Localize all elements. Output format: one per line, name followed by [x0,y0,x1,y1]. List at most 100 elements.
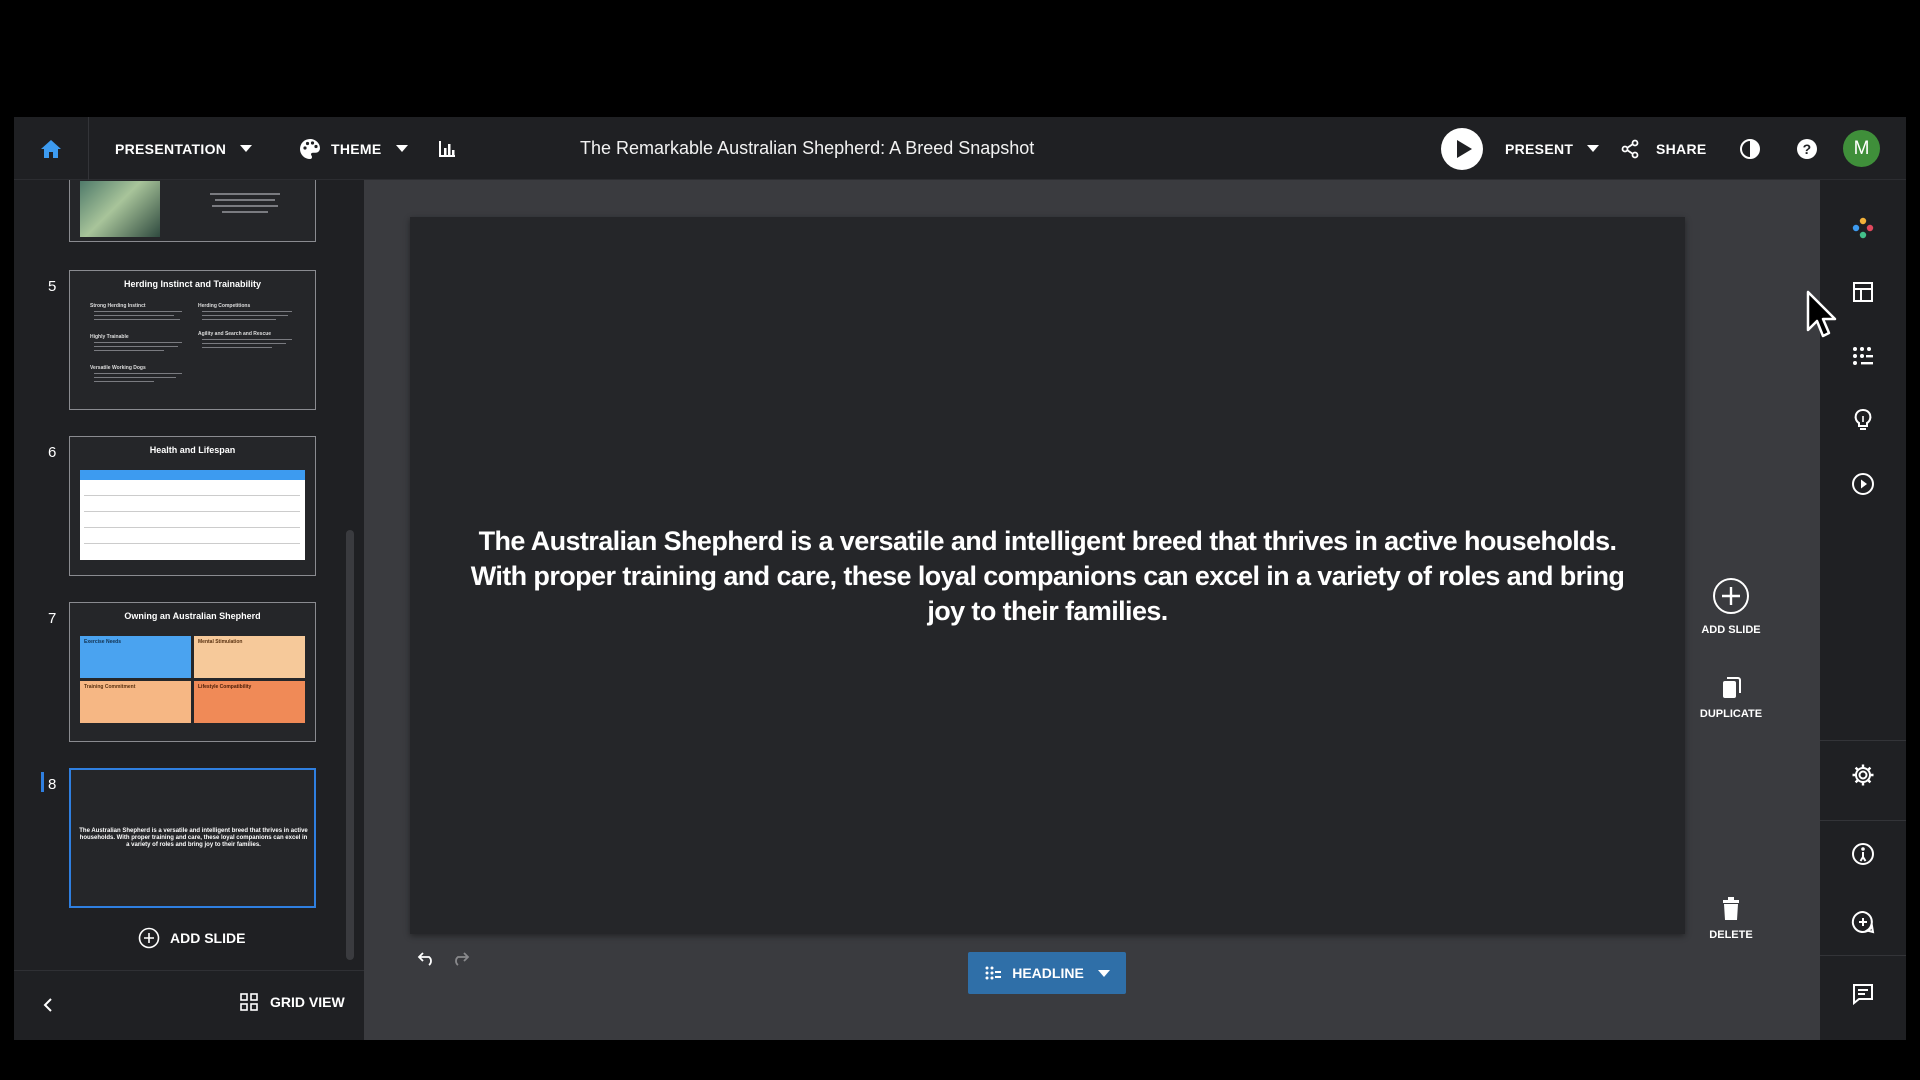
layout-dropdown[interactable]: HEADLINE [968,952,1126,994]
canvas-area: The Australian Shepherd is a versatile a… [364,180,1820,1040]
thumbnail-table-rule [84,495,300,496]
thumbnail-text-line [202,311,292,312]
slides-panel: 5 Herding Instinct and Trainability Stro… [14,180,364,1040]
redo-button[interactable] [450,950,470,971]
theme-menu[interactable]: THEME [299,117,408,180]
slide-thumbnail-4[interactable] [69,180,316,242]
thumbnail-table-rule [84,527,300,528]
help-button[interactable]: ? [1796,117,1818,180]
thumbnail-box: Lifestyle Compatibility [194,681,305,723]
chevron-down-icon [1587,145,1600,152]
comments-button[interactable] [1849,980,1877,1008]
presentation-editor: PRESENTATION THEME The Remarkable Austra… [14,117,1906,1040]
contrast-icon [1740,138,1760,159]
thumbnail-text-line [202,347,272,348]
chart-button[interactable] [437,117,457,180]
thumbnail-text-line [222,211,268,213]
slide-number: 8 [48,776,57,793]
add-comment-button[interactable] [1849,908,1877,936]
mouse-cursor [1806,290,1838,345]
slide-number: 7 [48,610,57,627]
blocks-button[interactable] [1849,342,1877,370]
accessibility-button[interactable] [1849,840,1877,868]
selection-indicator [41,772,44,792]
add-slide-side-button[interactable]: ADD SLIDE [1684,576,1778,636]
home-button[interactable] [14,117,89,180]
slide-number: 5 [48,278,57,295]
svg-text:?: ? [1803,141,1812,157]
layout-icon [1853,282,1873,302]
ai-assistant-button[interactable] [1849,214,1877,242]
thumbnail-box-label: Mental Stimulation [198,639,243,645]
undo-icon [417,952,432,966]
document-title[interactable]: The Remarkable Australian Shepherd: A Br… [580,117,1034,180]
thumbnail-bullet: Agility and Search and Rescue [198,331,272,337]
settings-button[interactable] [1849,761,1877,789]
contrast-toggle[interactable] [1739,117,1761,180]
thumbnail-title: Herding Instinct and Trainability [123,279,262,289]
thumbnail-table [80,470,305,560]
cursor-arrow-icon [1806,290,1837,338]
duplicate-icon [1723,677,1741,698]
collapse-panel-button[interactable] [36,993,60,1017]
slide-thumbnail-list: 5 Herding Instinct and Trainability Stro… [14,180,364,970]
chevron-down-icon [1097,969,1110,977]
delete-label: DELETE [1709,929,1753,941]
toolbar-divider [1820,740,1906,741]
thumbnail-text-line [94,315,174,316]
play-circle-icon [1852,473,1874,495]
slide-thumbnail-6[interactable]: Health and Lifespan [69,436,316,576]
slide-thumbnail-5[interactable]: Herding Instinct and Trainability Strong… [69,270,316,410]
thumbnail-box: Training Commitment [80,681,191,723]
slides-panel-footer: GRID VIEW [14,970,364,1040]
play-icon [1441,127,1483,170]
redo-icon [455,952,470,966]
thumbnail-text-line [212,205,278,207]
share-button[interactable]: SHARE [1620,117,1707,180]
slide-headline-text[interactable]: The Australian Shepherd is a versatile a… [450,524,1645,629]
duplicate-button[interactable]: DUPLICATE [1684,676,1778,720]
slide-thumbnail-8[interactable]: The Australian Shepherd is a versatile a… [69,768,316,908]
undo-button[interactable] [417,950,437,971]
ideas-button[interactable] [1849,406,1877,434]
thumbnail-text-line [94,377,176,378]
layouts-button[interactable] [1849,278,1877,306]
thumbnail-text-line [202,319,276,320]
avatar[interactable]: M [1843,130,1880,167]
add-slide-label: ADD SLIDE [170,930,246,946]
toolbar-divider [1820,955,1906,956]
palette-icon [300,138,320,159]
chevron-down-icon [240,145,253,152]
current-slide[interactable]: The Australian Shepherd is a versatile a… [410,217,1685,934]
thumbnail-table-header [80,470,305,480]
thumbnail-bullet: Highly Trainable [90,334,129,340]
plus-circle-icon [138,927,160,949]
thumbnail-text-line [202,339,292,340]
grid-view-button[interactable]: GRID VIEW [240,993,345,1011]
thumbnail-table-rule [84,511,300,512]
toolbar-divider [1820,820,1906,821]
layout-label: HEADLINE [1012,965,1084,981]
add-slide-button[interactable]: ADD SLIDE [138,927,245,949]
thumbnail-photo [80,181,160,237]
bar-chart-icon [439,140,455,157]
thumbnail-text-line [94,350,164,351]
slide-thumbnail-7[interactable]: Owning an Australian Shepherd Exercise N… [69,602,316,742]
ai-sparkle-icon [1852,217,1874,239]
duplicate-label: DUPLICATE [1699,708,1763,720]
thumbnail-text-line [94,346,178,347]
grid-icon [240,993,258,1011]
thumbnail-box-label: Lifestyle Compatibility [198,684,252,690]
present-button[interactable]: PRESENT [1441,117,1600,180]
grid-view-label: GRID VIEW [270,994,345,1010]
presentation-menu-label: PRESENTATION [115,140,227,157]
comments-icon [1853,984,1873,1006]
animation-button[interactable] [1849,470,1877,498]
thumbnail-table-rule [84,543,300,544]
layout-grid-icon [985,966,1002,980]
thumbnail-text-line [210,193,280,195]
slides-scrollbar[interactable] [346,530,354,960]
thumbnail-text-line [94,381,154,382]
presentation-menu[interactable]: PRESENTATION [115,117,253,180]
delete-button[interactable]: DELETE [1684,897,1778,941]
